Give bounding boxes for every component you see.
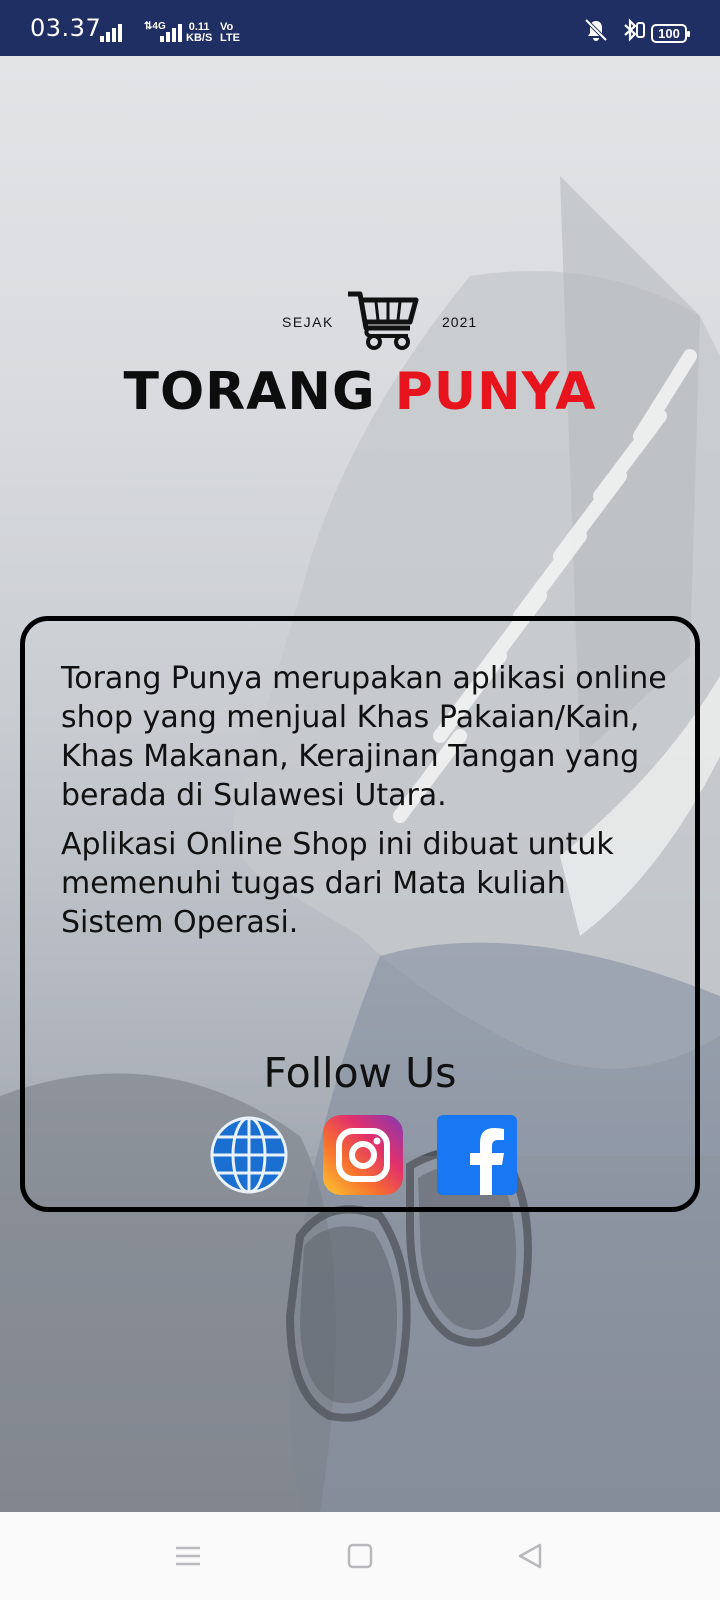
about-text: Torang Punya merupakan aplikasi online s… xyxy=(61,659,671,952)
signal-strength-icon xyxy=(100,24,122,42)
about-card: Torang Punya merupakan aplikasi online s… xyxy=(20,616,700,1212)
battery-indicator: 100 xyxy=(651,24,690,43)
bluetooth-icon xyxy=(624,18,645,42)
logo-since-label: SEJAK xyxy=(282,314,334,330)
status-time: 03.37 xyxy=(30,14,102,42)
volte-indicator: Vo LTE xyxy=(220,21,240,44)
instagram-icon[interactable] xyxy=(323,1115,403,1195)
status-bar: 03.37 ⇅4G 0.11 KB/S Vo LTE 100 xyxy=(0,0,720,56)
facebook-icon[interactable] xyxy=(437,1115,517,1195)
back-triangle-icon[interactable] xyxy=(514,1540,546,1572)
brand-title: TORANG PUNYA xyxy=(0,362,720,422)
about-paragraph-1: Torang Punya merupakan aplikasi online s… xyxy=(61,661,667,813)
mute-bell-icon xyxy=(584,18,608,42)
menu-icon[interactable] xyxy=(172,1540,204,1572)
about-paragraph-2: Aplikasi Online Shop ini dibuat untuk me… xyxy=(61,827,614,940)
globe-icon[interactable] xyxy=(209,1115,289,1195)
brand-logo: SEJAK 2021 TORANG PUNYA xyxy=(0,288,720,428)
navigation-bar xyxy=(0,1512,720,1600)
shopping-cart-icon xyxy=(348,291,419,350)
home-square-icon[interactable] xyxy=(344,1540,376,1572)
network-speed: 0.11 KB/S xyxy=(186,21,213,44)
brand-title-part2: PUNYA xyxy=(394,362,597,422)
brand-title-part1: TORANG xyxy=(123,362,376,422)
signal-strength-icon-2 xyxy=(160,24,182,42)
logo-year: 2021 xyxy=(442,314,478,330)
follow-us-heading: Follow Us xyxy=(263,1049,457,1097)
